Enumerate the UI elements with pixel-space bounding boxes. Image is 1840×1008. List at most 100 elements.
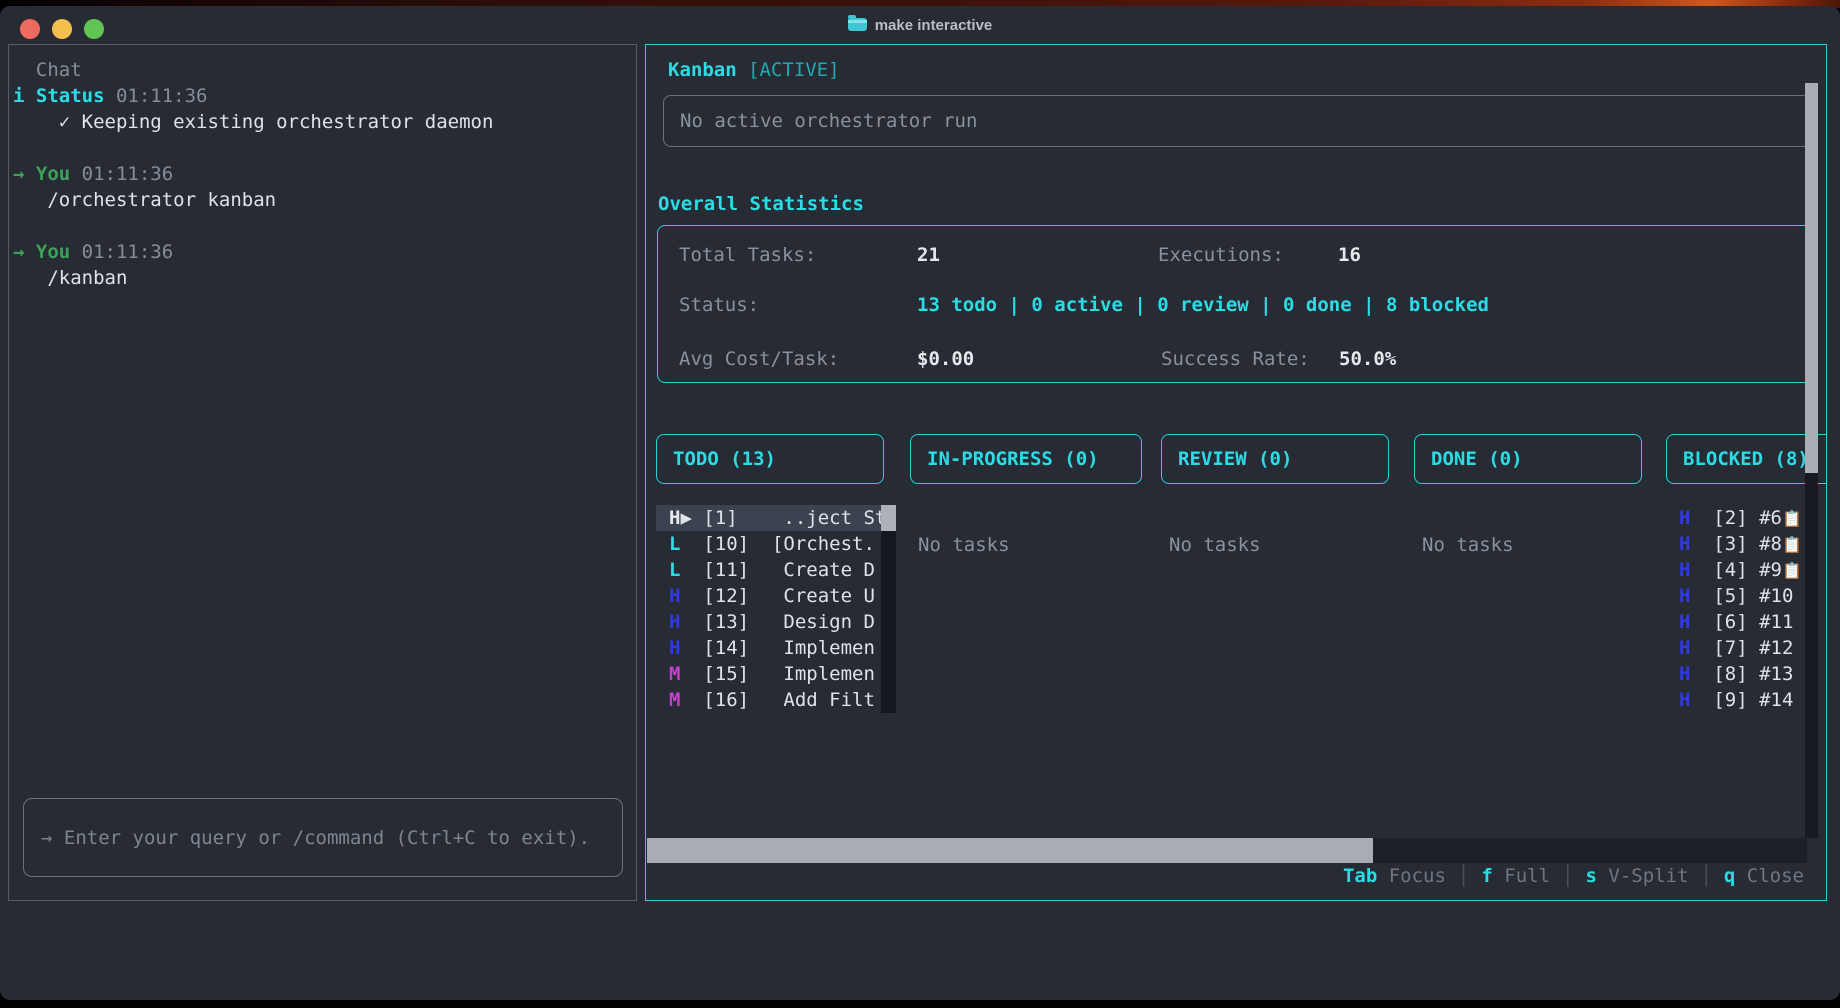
kanban-vertical-scrollbar-thumb[interactable] [1805, 83, 1818, 473]
task-row[interactable]: H [3] #8📋 [1666, 531, 1827, 557]
hint-label: Full [1493, 865, 1550, 887]
total-tasks-value: 21 [917, 242, 940, 268]
task-label: [10] [Orchest. [680, 533, 874, 555]
task-label: [2] #6 [1690, 507, 1782, 529]
chat-message-header: → You 01:11:36 [13, 239, 493, 265]
task-priority: H [1679, 533, 1690, 555]
task-row[interactable]: L [11] Create D [656, 557, 895, 583]
task-row[interactable]: H▶ [1] ..ject St [656, 505, 895, 531]
hint-separator: │ [1446, 863, 1481, 889]
kanban-horizontal-scrollbar-thumb[interactable] [647, 838, 1373, 863]
task-priority: H [669, 585, 680, 607]
todo-list-scrollbar-thumb[interactable] [881, 505, 896, 531]
task-row[interactable]: L [10] [Orchest. [656, 531, 895, 557]
chat-message-sender: You [36, 241, 70, 263]
clipboard-icon: 📋 [1782, 535, 1802, 554]
column-header-label: TODO (13) [673, 448, 776, 470]
task-priority: H [669, 507, 680, 529]
task-row[interactable]: H [4] #9📋 [1666, 557, 1827, 583]
kanban-active-tag: [ACTIVE] [748, 59, 840, 81]
success-rate-label: Success Rate: [1161, 346, 1310, 372]
hint-full[interactable]: f Full [1481, 863, 1550, 889]
task-row[interactable]: H [6] #11 [1666, 609, 1827, 635]
kanban-vertical-scrollbar[interactable] [1805, 83, 1818, 838]
column-header-todo[interactable]: TODO (13) [656, 434, 884, 484]
status-value: 13 todo | 0 active | 0 review | 0 done |… [917, 292, 1489, 318]
hint-focus[interactable]: Tab Focus [1343, 863, 1446, 889]
chat-message-sender: Status [36, 85, 105, 107]
column-header-blocked[interactable]: BLOCKED (8) [1666, 434, 1827, 484]
kanban-title-text: Kanban [668, 59, 737, 81]
task-priority: H [1679, 585, 1690, 607]
column-header-label: BLOCKED (8) [1683, 448, 1809, 470]
titlebar: make interactive [0, 6, 1840, 44]
chat-message-time: 01:11:36 [70, 241, 173, 263]
task-priority: H [1679, 507, 1690, 529]
column-empty-text: No tasks [1422, 532, 1514, 558]
hint-separator: │ [1688, 863, 1723, 889]
task-label: [7] #12 [1690, 637, 1793, 659]
success-rate-value: 50.0% [1339, 346, 1396, 372]
task-row[interactable]: H [2] #6📋 [1666, 505, 1827, 531]
chat-message-body: ✓ Keeping existing orchestrator daemon [13, 109, 493, 135]
hint-close[interactable]: q Close [1724, 863, 1804, 889]
chat-message-sender: You [36, 163, 70, 185]
avg-cost-label: Avg Cost/Task: [679, 346, 839, 372]
todo-list-scrollbar[interactable] [881, 505, 896, 713]
window-title-text: make interactive [875, 17, 993, 34]
task-label: [6] #11 [1690, 611, 1793, 633]
column-empty-text: No tasks [1169, 532, 1261, 558]
task-row[interactable]: M [15] Implemen [656, 661, 895, 687]
hint-label: V-Split [1597, 865, 1689, 887]
chat-panel-title: Chat [13, 57, 493, 83]
chat-messages: Chati Status 01:11:36 ✓ Keeping existing… [13, 57, 493, 317]
kanban-horizontal-scrollbar[interactable] [647, 838, 1807, 863]
task-row[interactable]: H [5] #10 [1666, 583, 1827, 609]
hint-key: f [1481, 865, 1492, 887]
stats-box: Total Tasks: 21 Executions: 16 Status: 1… [657, 225, 1813, 383]
task-label: [15] Implemen [680, 663, 874, 685]
chat-message-time: 01:11:36 [105, 85, 208, 107]
task-label: [4] #9 [1690, 559, 1782, 581]
task-priority: H [669, 637, 680, 659]
column-header-in[interactable]: IN-PROGRESS (0) [910, 434, 1142, 484]
hint-key: s [1585, 865, 1596, 887]
column-header-label: IN-PROGRESS (0) [927, 448, 1099, 470]
hint-label: Close [1735, 865, 1804, 887]
folder-icon [848, 18, 867, 31]
task-row[interactable]: H [8] #13 [1666, 661, 1827, 687]
hint-label: Focus [1377, 865, 1446, 887]
task-label: [3] #8 [1690, 533, 1782, 555]
hint-separator: │ [1550, 863, 1585, 889]
task-label: [11] Create D [680, 559, 874, 581]
clipboard-icon: 📋 [1782, 561, 1802, 580]
column-header-review[interactable]: REVIEW (0) [1161, 434, 1389, 484]
status-label: Status: [679, 292, 759, 318]
window-title: make interactive [0, 6, 1840, 44]
screen: make interactive Chati Status 01:11:36 ✓… [0, 0, 1840, 1008]
kanban-title: Kanban [ACTIVE] [668, 57, 840, 83]
column-header-done[interactable]: DONE (0) [1414, 434, 1642, 484]
chat-input[interactable]: → Enter your query or /command (Ctrl+C t… [23, 798, 623, 877]
chat-panel: Chati Status 01:11:36 ✓ Keeping existing… [8, 44, 637, 901]
task-row[interactable]: M [16] Add Filt [656, 687, 895, 713]
task-label: [14] Implemen [680, 637, 874, 659]
task-row[interactable]: H [13] Design D [656, 609, 895, 635]
kanban-panel: Kanban [ACTIVE] No active orchestrator r… [645, 44, 1827, 901]
task-row[interactable]: H [7] #12 [1666, 635, 1827, 661]
task-row[interactable]: H [12] Create U [656, 583, 895, 609]
task-row[interactable]: H [9] #14 [1666, 687, 1827, 713]
chat-message-header: i Status 01:11:36 [13, 83, 493, 109]
column-empty-text: No tasks [918, 532, 1010, 558]
task-priority: H [669, 611, 680, 633]
task-label: [16] Add Filt [680, 689, 874, 711]
task-priority: H [1679, 611, 1690, 633]
hint-key: q [1724, 865, 1735, 887]
task-priority: H [1679, 637, 1690, 659]
task-row[interactable]: H [14] Implemen [656, 635, 895, 661]
task-priority: M [669, 663, 680, 685]
clipboard-icon: 📋 [1782, 509, 1802, 528]
column-header-label: REVIEW (0) [1178, 448, 1292, 470]
hint-v-split[interactable]: s V-Split [1585, 863, 1688, 889]
chat-message-body: /kanban [13, 265, 493, 291]
